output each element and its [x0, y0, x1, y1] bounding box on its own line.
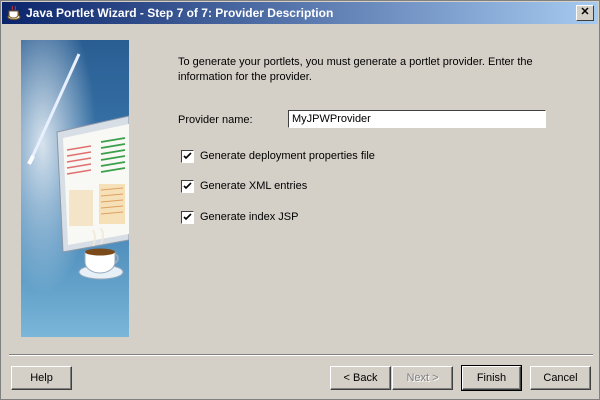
back-button[interactable]: < Back [330, 366, 391, 390]
wizard-banner-illustration [21, 40, 129, 337]
next-button[interactable]: Next > [392, 366, 453, 390]
generate-index-jsp-label: Generate index JSP [200, 211, 299, 223]
instructions-text: To generate your portlets, you must gene… [178, 56, 533, 83]
generate-xml-entries-checkbox-row[interactable]: Generate XML entries [181, 179, 307, 193]
coffee-cup-app-icon [7, 5, 21, 20]
checkmark-icon [183, 181, 192, 189]
window-title: Java Portlet Wizard - Step 7 of 7: Provi… [26, 6, 334, 20]
generate-index-jsp-checkbox-row[interactable]: Generate index JSP [181, 210, 298, 224]
instructions-panel: To generate your portlets, you must gene… [178, 55, 558, 85]
checkmark-icon [183, 212, 192, 220]
title-bar: Java Portlet Wizard - Step 7 of 7: Provi… [2, 2, 598, 24]
generate-deployment-properties-label: Generate deployment properties file [200, 150, 375, 162]
checkmark-icon [183, 151, 192, 159]
provider-name-input[interactable] [288, 110, 546, 128]
button-bar-divider [9, 354, 593, 356]
generate-xml-entries-label: Generate XML entries [200, 180, 308, 192]
generate-index-jsp-checkbox[interactable] [181, 210, 194, 224]
generate-deployment-properties-checkbox-row[interactable]: Generate deployment properties file [181, 149, 375, 163]
close-button[interactable]: ✕ [576, 5, 594, 21]
finish-button[interactable]: Finish [461, 365, 522, 391]
close-icon: ✕ [580, 6, 590, 18]
generate-xml-entries-checkbox[interactable] [181, 179, 194, 193]
cancel-button[interactable]: Cancel [530, 366, 591, 390]
wizard-window: Java Portlet Wizard - Step 7 of 7: Provi… [0, 0, 600, 400]
help-button[interactable]: Help [11, 366, 72, 390]
provider-name-label: Provider name: [178, 114, 253, 126]
generate-deployment-properties-checkbox[interactable] [181, 149, 194, 163]
